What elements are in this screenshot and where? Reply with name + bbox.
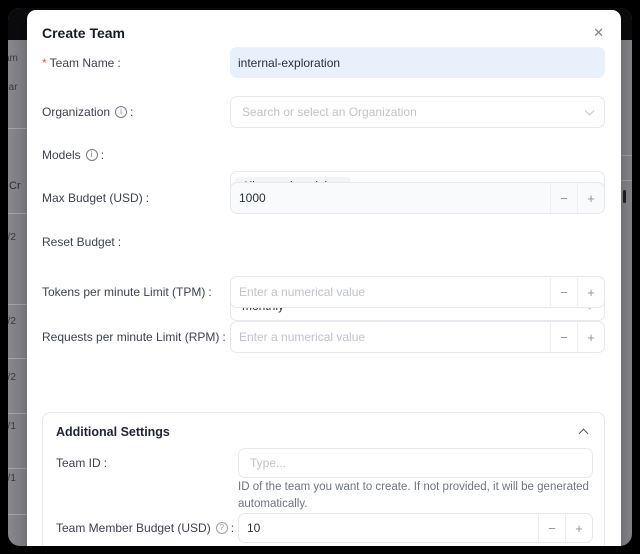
plus-button[interactable]: + [577,322,604,352]
modal-title: Create Team [42,25,125,41]
create-team-modal: Create Team ✕ * Team Name : Organization… [27,10,621,546]
bg-table-fragment: nar [8,82,17,93]
reset-budget-label: Reset Budget : [42,226,228,257]
team-id-label: Team ID : [56,448,107,478]
minus-button[interactable]: − [550,277,577,307]
app-window: am nar Cr 6/2 6/2 6/2 6/1 6/1 Create Tea… [8,8,632,546]
plus-button[interactable]: + [577,277,604,307]
info-icon[interactable]: i [86,149,98,161]
bg-table-fragment: 6/2 [8,316,16,327]
max-budget-field[interactable]: − + [230,182,605,214]
bg-row-divider [8,304,28,305]
bg-row-divider [8,213,28,214]
close-icon[interactable]: ✕ [591,23,606,43]
team-name-field[interactable] [230,47,605,78]
bg-row-divider [621,155,632,156]
bg-scrollbar-thumb [623,190,626,203]
max-budget-label: Max Budget (USD) : [42,182,228,214]
bg-row-divider [8,358,28,359]
plus-button[interactable]: + [577,183,604,213]
team-id-help-text: ID of the team you want to create. If no… [238,479,610,513]
tpm-field[interactable]: − + [230,276,605,308]
bg-row-divider [8,128,28,129]
tpm-input[interactable] [231,277,550,307]
additional-settings-title: Additional Settings [56,425,170,439]
team-id-input[interactable] [239,449,592,477]
bg-row-divider [8,413,28,414]
rpm-field[interactable]: − + [230,321,605,353]
bg-table-fragment: 6/2 [8,372,16,383]
bg-table-fragment: am [8,53,18,64]
models-label: Models i : [42,139,228,171]
plus-button[interactable]: + [565,514,592,542]
minus-button[interactable]: − [538,514,565,542]
team-member-budget-label: Team Member Budget (USD) ? : [56,513,234,543]
bg-table-fragment: 6/1 [8,473,16,484]
minus-button[interactable]: − [550,183,577,213]
bg-table-fragment: 6/2 [8,232,16,243]
organization-label: Organization i : [42,96,228,128]
bg-row-divider [8,468,28,469]
bg-table-fragment: Cr [9,180,21,192]
organization-search-input[interactable] [231,97,604,127]
required-marker: * [42,56,47,70]
team-member-budget-input[interactable] [239,514,538,542]
tpm-label: Tokens per minute Limit (TPM) : [42,276,228,308]
rpm-input[interactable] [231,322,550,352]
help-icon[interactable]: ? [216,522,228,534]
team-id-field[interactable] [238,448,593,478]
screen: am nar Cr 6/2 6/2 6/2 6/1 6/1 Create Tea… [0,0,640,554]
chevron-up-icon[interactable] [579,429,589,439]
max-budget-input[interactable] [231,183,550,213]
bg-row-divider [621,180,632,181]
minus-button[interactable]: − [550,322,577,352]
info-icon[interactable]: i [115,106,127,118]
bg-table-fragment: 6/1 [8,421,16,432]
bg-row-divider [8,514,28,515]
team-name-label: * Team Name : [42,47,228,78]
organization-select[interactable] [230,96,605,128]
team-member-budget-field[interactable]: − + [238,513,593,543]
rpm-label: Requests per minute Limit (RPM) : [42,321,228,353]
team-name-input[interactable] [230,47,605,78]
additional-settings-panel: Additional Settings Team ID : ID of the … [42,412,605,546]
